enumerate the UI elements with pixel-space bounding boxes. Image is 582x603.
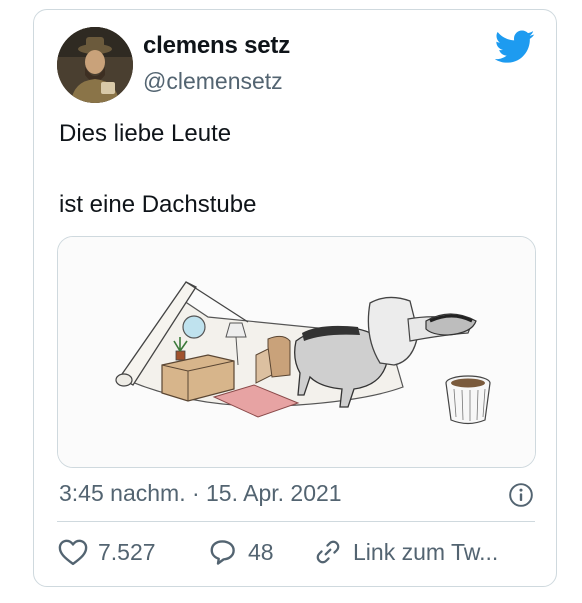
copy-link-label: Link zum Tw... — [353, 538, 499, 565]
twitter-bird-icon[interactable] — [495, 30, 535, 64]
reply-bubble-icon — [210, 540, 235, 565]
heart-icon — [58, 539, 88, 566]
tweet-timestamp[interactable]: 3:45 nachm. · 15. Apr. 2021 — [59, 480, 342, 507]
tweet-media[interactable] — [57, 236, 536, 468]
reply-count: 48 — [248, 538, 274, 565]
author-handle[interactable]: @clemensetz — [143, 68, 283, 95]
avatar[interactable] — [57, 27, 133, 103]
copy-link-button[interactable]: Link zum Tw... — [313, 534, 498, 570]
divider — [57, 521, 535, 522]
avatar-photo-icon — [57, 27, 133, 103]
like-count: 7.527 — [98, 538, 156, 565]
tweet-text-line-2: ist eine Dachstube — [59, 191, 257, 218]
reply-button[interactable]: 48 — [208, 534, 274, 570]
tweet-text-line-1: Dies liebe Leute — [59, 120, 232, 147]
tweet-card[interactable]: clemens setz @clemensetz Dies liebe Leut… — [33, 9, 557, 587]
info-icon[interactable] — [508, 482, 534, 508]
link-icon — [316, 540, 340, 564]
like-button[interactable]: 7.527 — [58, 534, 156, 570]
author-display-name[interactable]: clemens setz — [143, 32, 290, 60]
attic-badger-drawing-icon — [58, 237, 535, 467]
